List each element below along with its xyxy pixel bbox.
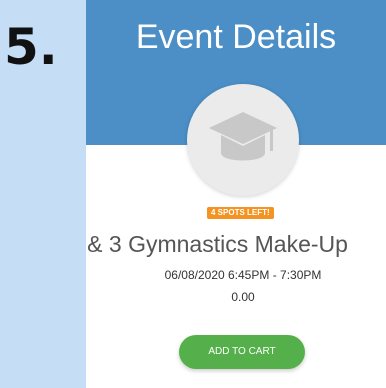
step-number: 5.	[4, 18, 58, 76]
event-image	[187, 84, 299, 196]
event-title: 2 & 3 Gymnastics Make-Up	[86, 231, 348, 257]
graduation-cap-icon	[209, 112, 277, 161]
event-datetime: 06/08/2020 6:45PM - 7:30PM	[164, 268, 322, 282]
event-details-panel: Event Details 4 SPOTS LEFT! 2 & 3 Gymnas…	[86, 0, 386, 388]
event-price: 0.00	[231, 290, 255, 304]
page-title: Event Details	[135, 18, 337, 56]
spots-left-badge: 4 SPOTS LEFT!	[207, 207, 274, 219]
add-to-cart-button[interactable]: ADD TO CART	[179, 335, 305, 369]
